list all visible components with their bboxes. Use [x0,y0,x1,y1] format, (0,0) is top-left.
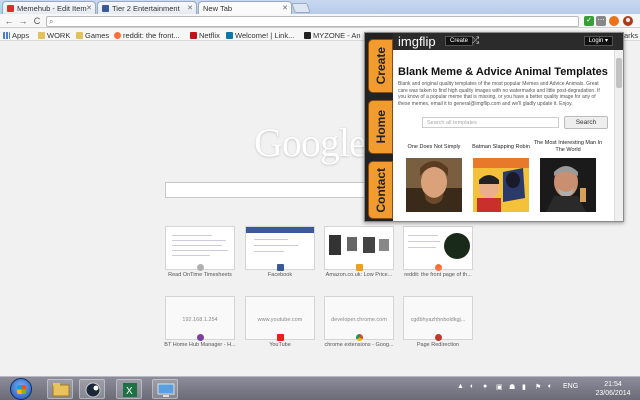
tab-title: New Tab [203,3,233,13]
youtube-favicon-icon [277,334,284,341]
login-button[interactable]: Login ▾ [583,36,613,46]
imgflip-popup: Create Home Contact imgflip Create ⤮ Log… [364,32,624,222]
ontime-favicon-icon [197,264,204,271]
side-tab-rail: Create Home Contact [365,33,393,221]
close-icon[interactable]: ✕ [282,4,288,12]
extension-dots-icon[interactable]: ⋯ [596,16,606,26]
steam-taskbar-icon[interactable] [79,379,105,399]
folder-icon [76,31,83,39]
browser-toolbar: ← → C ⌕ ✓ ⋯ ☻ [0,14,640,28]
memehub-favicon-icon [7,4,14,12]
volume-icon[interactable]: 🔈︎ [548,383,552,391]
page-title: Blank Meme & Advice Animal Templates [398,66,608,78]
language-indicator[interactable]: ENG [563,383,578,390]
back-arrow-icon[interactable]: ← [4,16,14,26]
side-tab-create[interactable]: Create [368,39,393,93]
search-button[interactable]: Search [564,116,608,129]
address-bar[interactable]: ⌕ [46,16,579,27]
side-tab-home[interactable]: Home [368,100,393,154]
system-clock[interactable]: 21:54 23/06/2014 [590,380,636,398]
popup-scrollbar[interactable] [614,50,623,221]
scrollbar-thumb[interactable] [616,58,622,88]
create-button[interactable]: Create [445,36,474,46]
tray-app-icon[interactable]: ● [483,383,487,390]
remote-desktop-taskbar-icon[interactable] [152,379,178,399]
thumb-label: Page Redirection [416,342,460,348]
thumb-label: BT Home Hub Manager - H... [164,342,236,348]
clock-date: 23/06/2014 [595,390,631,397]
meme-image-most-interesting-man[interactable] [540,158,596,212]
chrome-favicon-icon [356,334,363,341]
forward-arrow-icon[interactable]: → [18,16,28,26]
tab-title: Tier 2 Entertainment [112,3,180,13]
close-icon[interactable]: ✕ [86,4,92,12]
new-tab-button[interactable] [291,3,311,13]
network-icon[interactable]: ▮ [522,383,526,391]
bookmark-myzone[interactable]: MYZONE - An [304,30,361,40]
thumb-label: Read OnTime Timesheets [168,272,232,278]
tray-app-icon[interactable]: ◐ [470,383,474,390]
tab-new-tab[interactable]: New Tab ✕ [198,1,292,14]
reload-icon[interactable]: C [32,16,42,26]
excel-taskbar-icon[interactable]: X [116,379,142,399]
side-tab-contact[interactable]: Contact [368,161,393,219]
bookmark-apps[interactable]: Apps [3,30,29,40]
reddit-favicon-icon [435,264,442,271]
amazon-favicon-icon [356,264,363,271]
shuffle-icon[interactable]: ⤮ [472,35,479,46]
tray-app-icon[interactable]: ☗ [509,383,515,391]
bookmark-other[interactable]: arks [624,30,638,40]
google-logo: Google [254,120,367,165]
netflix-icon [190,31,197,39]
bookmark-work[interactable]: WORK [38,30,70,40]
apps-grid-icon [3,31,10,39]
clock-time: 21:54 [604,381,622,388]
imgflip-logo[interactable]: imgflip [398,34,436,49]
imgflip-extension-icon[interactable]: ☻ [623,16,633,26]
tray-expand-icon[interactable]: ▲ [457,383,464,390]
meme-title[interactable]: The Most Interesting Man In The World [533,140,603,153]
folder-icon [38,31,45,39]
meme-title[interactable]: One Does Not Simply [399,144,469,151]
thumb-label: Amazon.co.uk: Low Price... [325,272,393,278]
linkedin-icon [226,31,233,39]
meme-image-batman-slapping-robin[interactable] [473,158,529,212]
bookmark-linkedin[interactable]: Welcome! | Link... [226,30,294,40]
imgflip-content: Blank Meme & Advice Animal Templates Bla… [393,50,623,221]
tab-tier2[interactable]: Tier 2 Entertainment ✕ [97,1,197,14]
file-explorer-taskbar-icon[interactable] [47,379,73,399]
imgflip-header: imgflip Create ⤮ Login ▾ [393,33,623,50]
redirect-favicon-icon [435,334,442,341]
close-icon[interactable]: ✕ [187,4,193,12]
tab-memehub[interactable]: Memehub - Edit Item ✕ [2,1,96,14]
myzone-icon [304,31,311,39]
facebook-favicon-icon [102,4,109,12]
meme-title[interactable]: Batman Slapping Robin [466,144,536,151]
template-search-input[interactable]: Search all templates [422,117,559,128]
search-icon: ⌕ [49,17,54,26]
tray-app-icon[interactable]: ▣ [496,383,503,391]
thumb-label: YouTube [269,342,291,348]
reddit-icon [114,31,121,39]
facebook-favicon-icon [277,264,284,271]
meme-image-one-does-not-simply[interactable] [406,158,462,212]
bookmark-games[interactable]: Games [76,30,109,40]
tab-strip: Memehub - Edit Item ✕ Tier 2 Entertainme… [0,0,640,14]
bookmark-reddit[interactable]: reddit: the front... [114,30,180,40]
page-description: Blank and original quality templates of … [398,81,600,107]
thumb-label: chrome extensions - Goog... [324,342,394,348]
bt-favicon-icon [197,334,204,341]
thumb-label: reddit: the front page of th... [404,272,472,278]
windows-taskbar: X ▲ ◐ ● ▣ ☗ ▮ ⚑ 🔈︎ ENG 21:54 23/06/2014 [0,376,640,400]
flag-icon[interactable]: ⚑ [535,383,541,391]
firefox-like-extension-icon[interactable] [609,16,619,26]
extension-check-icon[interactable]: ✓ [584,16,594,26]
bookmark-netflix[interactable]: Netflix [190,30,220,40]
svg-text:X: X [126,386,133,397]
tab-title: Memehub - Edit Item [17,3,87,13]
thumb-label: Facebook [267,272,293,278]
start-button[interactable] [10,378,32,400]
